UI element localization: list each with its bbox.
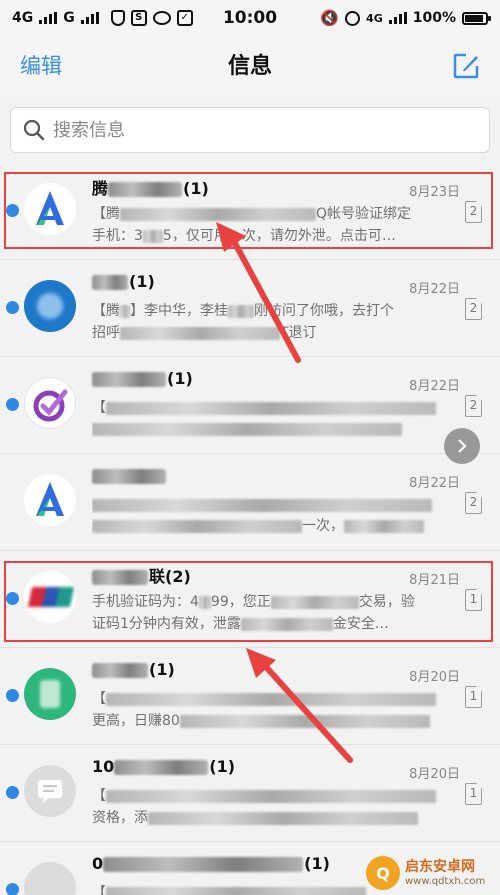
message-row[interactable]: 腾 (1) 8月23日 【腾 Q帐号验证绑定 手机：3 5，仅可用一次，请勿外泄。点击… [0,163,500,260]
chevron-right-icon [458,439,467,453]
compose-icon[interactable] [452,52,480,80]
message-date: 8月22日 [409,282,460,297]
message-row[interactable]: 8月22日 一次， 2 [0,454,500,551]
scroll-next-button[interactable] [444,428,480,464]
green-robot-logo [24,668,76,720]
sender-name: 腾 (1) [92,179,209,198]
sender-name: 联(2) [92,563,191,587]
message-row[interactable]: (1) 8月22日 【 2 [0,357,500,454]
signal-icon-2 [80,12,99,24]
sender-name: 0 (1) [92,854,330,873]
watermark-logo-icon: Q [366,856,400,890]
sender-name: (1) [92,660,175,679]
message-preview: 【 更高，日赚80 [92,689,444,732]
message-date: 8月21日 [409,573,460,588]
signal-icon-3 [388,12,407,24]
sender-name: 10 (1) [92,757,236,776]
unread-dot [6,786,19,799]
message-date: 8月20日 [409,670,460,685]
chat-bubble-logo [24,765,76,817]
unread-dot [6,689,19,702]
sender-name: (1) [92,272,155,291]
unread-dot [6,883,19,895]
app-header: 编辑 信息 [0,36,500,96]
search-input[interactable] [53,119,453,141]
sim-card-icon: 1 [465,589,482,611]
network-label-3: 4G [366,11,383,25]
message-date: 8月23日 [409,185,460,200]
checkbox-icon: ✓ [176,10,193,26]
search-icon [23,119,45,141]
message-preview: 【 资格，添 [92,786,444,829]
sim-card-icon: 2 [465,201,482,223]
page-title: 信息 [227,54,272,79]
sender-name: (1) [92,369,193,388]
shield-icon [110,10,125,26]
watermark: Q 启东安卓网 www.qdtxh.com [366,851,494,895]
battery-percent: 100% [412,10,456,26]
message-row[interactable]: 联(2) 8月21日 手机验证码为：4 99，您正 交易，验 证码1分钟内有效，泄露… [0,551,500,648]
sim-card-icon: 2 [465,298,482,320]
message-preview: 手机验证码为：4 99，您正 交易，验 证码1分钟内有效，泄露 金安全… [92,594,415,632]
alarm-icon [345,10,361,26]
network-label-2: G [63,10,75,26]
unread-dot [6,592,19,605]
message-preview: 一次， [92,495,444,538]
network-label-1: 4G [12,10,34,26]
bank-card-logo [24,571,76,623]
search-bar[interactable] [10,107,490,153]
blue-circle-logo [24,280,76,332]
message-row[interactable]: (1) 8月22日 【腾 】李中华，李桂 刚访问了你哦，去打个 招呼 T退订 2 [0,260,500,357]
message-preview: 【腾 Q帐号验证绑定 手机：3 5，仅可用一次，请勿外泄。点击可… [92,206,412,244]
sim-card-icon: 2 [465,395,482,417]
signal-icon-1 [39,12,58,24]
sim-card-icon: 2 [465,492,482,514]
message-row[interactable]: 10 (1) 8月20日 【 资格，添 1 [0,745,500,842]
s-app-icon: S [130,10,147,26]
message-preview: 【腾 】李中华，李桂 刚访问了你哦，去打个 招呼 T退订 [92,303,394,341]
wechat-icon [152,11,171,25]
watermark-title: 启东安卓网 [405,858,475,875]
battery-icon [462,11,491,25]
message-date: 8月20日 [409,767,460,782]
unread-dot [6,398,19,411]
edit-button[interactable]: 编辑 [20,50,62,80]
unread-dot [6,204,19,217]
watermark-url: www.qdtxh.com [405,875,486,887]
message-list: 腾 (1) 8月23日 【腾 Q帐号验证绑定 手机：3 5，仅可用一次，请勿外泄。点击… [0,163,500,895]
message-row[interactable]: (1) 8月20日 【 更高，日赚80 1 [0,648,500,745]
status-bar: 4G G S ✓ 10:00 🔇 4G 100% [0,0,500,36]
app-a-logo [24,474,76,526]
message-date: 8月22日 [409,379,460,394]
sim-card-icon: 1 [465,783,482,805]
sender-name [92,466,167,485]
message-preview: 【 [92,398,444,441]
unread-dot [6,301,19,314]
app-a-logo [24,183,76,235]
grey-circle-logo [24,862,76,895]
message-date: 8月22日 [409,476,460,491]
mute-icon: 🔇 [320,9,340,27]
sim-card-icon: 1 [465,686,482,708]
purple-check-logo [24,377,76,429]
